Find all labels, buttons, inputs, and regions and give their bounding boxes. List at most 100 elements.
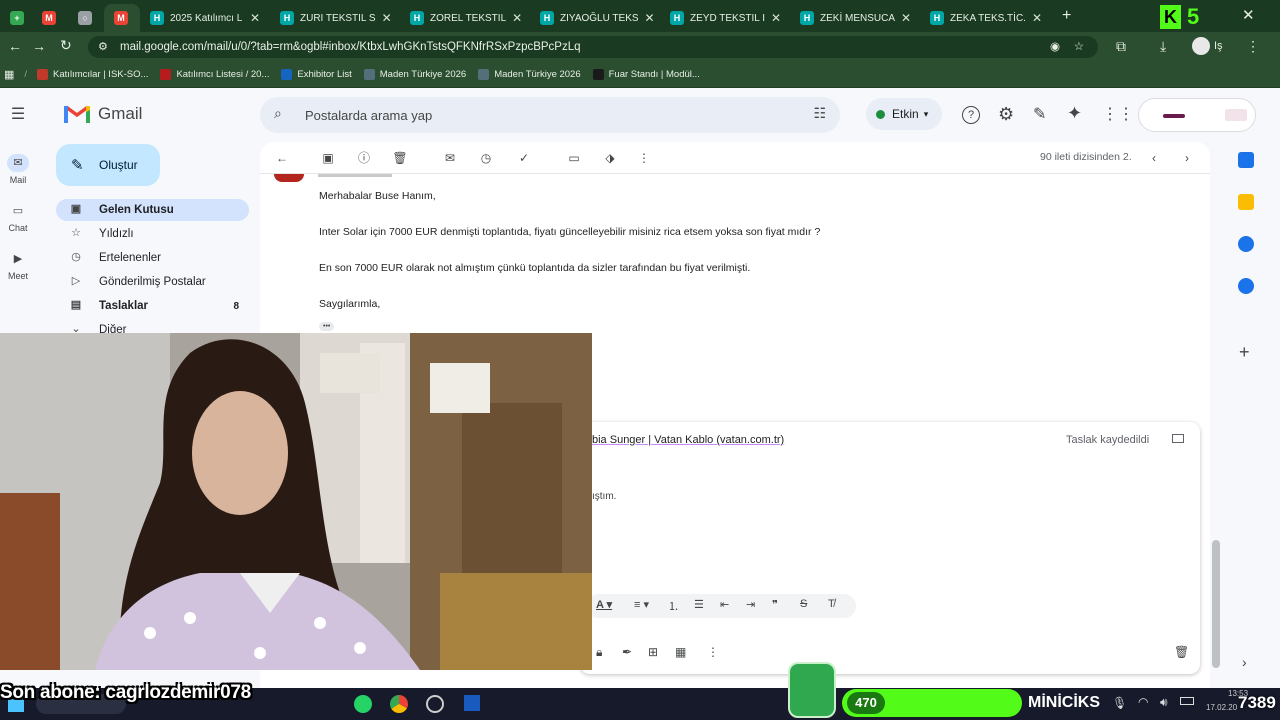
- add-addon-icon[interactable]: +: [1239, 342, 1250, 363]
- forward-icon[interactable]: →: [32, 38, 46, 54]
- site-settings-icon[interactable]: ⚙: [98, 36, 108, 58]
- download-icon[interactable]: ⤓: [1160, 38, 1166, 55]
- tab-close-icon[interactable]: ✕: [645, 11, 655, 25]
- bookmark-item[interactable]: Katılımcı Listesi / 20...: [160, 69, 269, 80]
- tab-0[interactable]: +: [0, 4, 32, 32]
- bookmark-item[interactable]: Exhibitor List: [281, 69, 352, 80]
- rail-chat[interactable]: ▭ Chat: [0, 202, 36, 233]
- back-arrow-icon[interactable]: ←: [274, 150, 290, 166]
- reload-icon[interactable]: ↻: [60, 37, 72, 54]
- compose-button[interactable]: ✎ Oluştur: [56, 144, 160, 186]
- indent-less-icon[interactable]: ⇤: [720, 598, 729, 611]
- battery-icon[interactable]: [1180, 697, 1194, 705]
- whatsapp-icon[interactable]: [354, 695, 372, 713]
- tab-3[interactable]: M: [104, 4, 140, 32]
- taskbar-app-icon[interactable]: [426, 695, 444, 713]
- newer-chevron-icon[interactable]: ‹: [1146, 150, 1162, 166]
- text-color-icon[interactable]: A ▾: [596, 598, 612, 611]
- bookmark-star-icon[interactable]: ☆: [1074, 36, 1084, 58]
- tab-close-icon[interactable]: ✕: [382, 11, 392, 25]
- tab-close-icon[interactable]: ✕: [901, 11, 911, 25]
- strikethrough-icon[interactable]: S: [800, 598, 807, 610]
- numbered-list-icon[interactable]: ⒈: [668, 598, 679, 614]
- search-input[interactable]: ⌕ Postalarda arama yap ☷: [260, 97, 840, 133]
- popout-icon[interactable]: [1172, 434, 1184, 443]
- wifi-icon[interactable]: ◠: [1138, 695, 1148, 709]
- bookmark-item[interactable]: Maden Türkiye 2026: [363, 69, 466, 80]
- tab-close-icon[interactable]: ✕: [512, 11, 522, 25]
- show-trimmed-button[interactable]: •••: [319, 322, 335, 331]
- address-bar[interactable]: ⚙ mail.google.com/mail/u/0/?tab=rm&ogbl#…: [88, 36, 1098, 58]
- eye-icon[interactable]: ◉: [1050, 36, 1060, 58]
- add-task-icon[interactable]: ✓: [516, 150, 532, 166]
- remove-format-icon[interactable]: T̸: [828, 598, 835, 610]
- scrollbar-thumb[interactable]: [1212, 540, 1220, 668]
- chrome-icon[interactable]: [390, 695, 408, 713]
- contacts-icon[interactable]: [1238, 278, 1254, 294]
- tab-close-icon[interactable]: ✕: [250, 11, 260, 25]
- rail-meet[interactable]: ▶ Meet: [0, 250, 36, 281]
- archive-icon[interactable]: ▣: [320, 150, 336, 166]
- layouts-icon[interactable]: ⊞: [648, 645, 658, 659]
- keep-icon[interactable]: [1238, 194, 1254, 210]
- calendar-icon[interactable]: [1238, 152, 1254, 168]
- report-spam-icon[interactable]: ⓘ: [356, 150, 372, 166]
- bookmark-item[interactable]: Maden Türkiye 2026: [478, 69, 581, 80]
- settings-gear-icon[interactable]: ⚙: [998, 104, 1014, 125]
- word-icon[interactable]: [464, 695, 480, 711]
- gemini-sparkle-icon[interactable]: ✦: [1067, 103, 1082, 124]
- search-filter-icon[interactable]: ☷: [813, 105, 826, 122]
- main-menu-icon[interactable]: ☰: [8, 104, 28, 124]
- sidebar-item-0[interactable]: ▣ Gelen Kutusu: [56, 199, 249, 221]
- reply-editor[interactable]: bia Sunger | Vatan Kablo (vatan.com.tr) …: [580, 422, 1200, 674]
- reply-text[interactable]: ıştım.: [592, 491, 616, 502]
- tab-close-icon[interactable]: ✕: [1032, 11, 1042, 25]
- volume-icon[interactable]: 🔊︎: [1160, 695, 1168, 710]
- tools-icon[interactable]: ✎: [1033, 104, 1046, 124]
- align-icon[interactable]: ≡ ▾: [634, 598, 649, 611]
- help-icon[interactable]: ?: [962, 106, 980, 124]
- tab-4[interactable]: H 2025 Katılımcı L ✕: [140, 4, 270, 32]
- label-icon[interactable]: ⬗: [602, 150, 618, 166]
- rail-mail[interactable]: ✉ Mail: [0, 154, 36, 185]
- tab-close-icon[interactable]: ✕: [771, 11, 781, 25]
- sidebar-item-2[interactable]: ◷ Ertelenenler: [56, 247, 249, 269]
- sidebar-item-1[interactable]: ☆ Yıldızlı: [56, 223, 249, 245]
- account-chip[interactable]: [1138, 98, 1256, 132]
- older-chevron-icon[interactable]: ›: [1179, 150, 1195, 166]
- schedule-icon[interactable]: ▦: [675, 645, 686, 659]
- google-apps-icon[interactable]: ⋮⋮: [1102, 104, 1134, 124]
- tab-8[interactable]: H ZEYD TEKSTIL I ✕: [660, 4, 790, 32]
- profile-chip[interactable]: Iş: [1192, 37, 1223, 55]
- mark-unread-icon[interactable]: ✉: [442, 150, 458, 166]
- bookmark-item[interactable]: Katılımcılar | ISK-SO...: [37, 69, 148, 80]
- discard-draft-icon[interactable]: 🗑: [1174, 645, 1189, 659]
- bookmark-item[interactable]: Fuar Standı | Modül...: [592, 69, 700, 80]
- move-to-icon[interactable]: ▭: [566, 150, 582, 166]
- reply-subject[interactable]: bia Sunger | Vatan Kablo (vatan.com.tr): [592, 434, 784, 446]
- signature-icon[interactable]: ✒: [622, 645, 632, 659]
- tab-1[interactable]: M: [32, 4, 68, 32]
- tab-9[interactable]: H ZEKİ MENSUCA ✕: [790, 4, 920, 32]
- expand-panel-icon[interactable]: ›: [1242, 654, 1247, 670]
- quote-icon[interactable]: ❞: [772, 598, 778, 611]
- delete-icon[interactable]: 🗑: [392, 150, 408, 166]
- back-icon[interactable]: ←: [8, 38, 22, 54]
- status-dropdown[interactable]: Etkin ▾: [866, 98, 942, 130]
- sidebar-item-3[interactable]: ▷ Gönderilmiş Postalar: [56, 271, 249, 293]
- lock-icon[interactable]: 🔒︎: [596, 645, 602, 660]
- extensions-icon[interactable]: ⧉: [1116, 38, 1126, 55]
- sidebar-item-4[interactable]: ▤ Taslaklar 8: [56, 295, 249, 317]
- tab-10[interactable]: H ZEKA TEKS.TİC. ✕: [920, 4, 1050, 32]
- menu-dots-icon[interactable]: ⋮: [1246, 38, 1260, 55]
- indent-more-icon[interactable]: ⇥: [746, 598, 755, 611]
- bulleted-list-icon[interactable]: ☰: [694, 598, 704, 611]
- tab-7[interactable]: H ZIYAOĞLU TEKS ✕: [530, 4, 660, 32]
- window-close-icon[interactable]: ✕: [1242, 6, 1255, 24]
- new-tab-button[interactable]: +: [1062, 7, 1071, 25]
- microphone-icon[interactable]: 🎙︎: [1112, 696, 1127, 710]
- apps-grid-icon[interactable]: ▦: [4, 68, 14, 81]
- tab-2[interactable]: ○: [68, 4, 104, 32]
- more-options-icon[interactable]: ⋮: [636, 150, 652, 166]
- snooze-icon[interactable]: ◷: [478, 150, 494, 166]
